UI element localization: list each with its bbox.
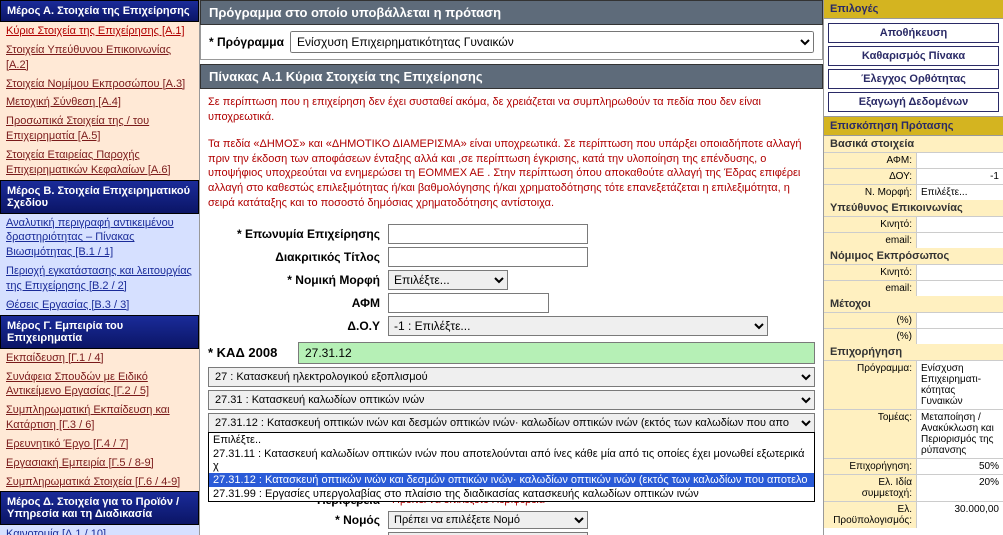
shareholders-header: Μέτοχοι bbox=[824, 296, 1003, 312]
kad-value: 27.31.12 bbox=[298, 342, 815, 364]
main-panel: Πρόγραμμα στο οποίο υποβάλλεται η πρότασ… bbox=[200, 0, 823, 535]
r-kin2-k: Κινητό: bbox=[824, 265, 916, 280]
r-id-k: Ελ. Ιδία συμμετοχή: bbox=[824, 475, 916, 501]
r-afm-k: ΑΦΜ: bbox=[824, 153, 916, 168]
overview-header: Επισκόπηση Πρότασης bbox=[824, 116, 1003, 136]
export-button[interactable]: Εξαγωγή Δεδομένων bbox=[828, 92, 999, 112]
kad-opt-1[interactable]: 27.31.11 : Κατασκευή καλωδίων οπτικών ιν… bbox=[209, 447, 814, 473]
section-a-header: Μέρος Α. Στοιχεία της Επιχείρησης bbox=[0, 0, 199, 22]
r-nm-v: Επιλέξτε... bbox=[916, 185, 1003, 200]
r-ep-k: Επιχορήγηση: bbox=[824, 459, 916, 474]
kad-level1[interactable]: 27 : Κατασκευή ηλεκτρολογικού εξοπλισμού bbox=[208, 367, 815, 387]
r-pct-k: (%) bbox=[824, 313, 916, 328]
nomiki-select[interactable]: Επιλέξτε... bbox=[388, 270, 508, 290]
program-panel-header: Πρόγραμμα στο οποίο υποβάλλεται η πρότασ… bbox=[200, 0, 823, 25]
program-select[interactable]: Ενίσχυση Επιχειρηματικότητας Γυναικών bbox=[290, 31, 814, 53]
kad-level3[interactable]: 27.31.12 : Κατασκευή οπτικών ινών και δε… bbox=[208, 413, 815, 433]
eponimia-label: * Επωνυμία Επιχείρησης bbox=[208, 227, 388, 241]
nomiki-label: * Νομική Μορφή bbox=[208, 273, 388, 287]
nav-c5[interactable]: Εργασιακή Εμπειρία [Γ.5 / 8-9] bbox=[0, 454, 199, 473]
nav-a3[interactable]: Στοιχεία Νομίμου Εκπροσώπου [Α.3] bbox=[0, 75, 199, 94]
nomos-label: * Νομός bbox=[208, 513, 388, 527]
r-afm-v bbox=[916, 153, 1003, 168]
r-pr-v: 30.000,00 bbox=[916, 502, 1003, 528]
nav-a6[interactable]: Στοιχεία Εταιρείας Παροχής Επιχειρηματικ… bbox=[0, 146, 199, 180]
diakritikos-input[interactable] bbox=[388, 247, 588, 267]
r-kin-k: Κινητό: bbox=[824, 217, 916, 232]
grant-header: Επιχορήγηση bbox=[824, 344, 1003, 360]
nomos-select[interactable]: Πρέπει να επιλέξετε Νομό bbox=[388, 511, 588, 529]
right-panel: Επιλογές Αποθήκευση Καθαρισμός Πίνακα Έλ… bbox=[823, 0, 1003, 535]
kad-opt-2[interactable]: 27.31.12 : Κατασκευή οπτικών ινών και δε… bbox=[209, 473, 814, 487]
nav-a2[interactable]: Στοιχεία Υπεύθυνου Επικοινωνίας [Α.2] bbox=[0, 41, 199, 75]
eponimia-input[interactable] bbox=[388, 224, 588, 244]
section-b-header: Μέρος Β. Στοιχεία Επιχειρηματικού Σχεδίο… bbox=[0, 180, 199, 214]
diakritikos-label: Διακριτικός Τίτλος bbox=[208, 250, 388, 264]
nav-b3[interactable]: Θέσεις Εργασίας [Β.3 / 3] bbox=[0, 296, 199, 315]
note-line2: Τα πεδία «ΔΗΜΟΣ» και «ΔΗΜΟΤΙΚΟ ΔΙΑΜΕΡΙΣΜ… bbox=[200, 131, 823, 217]
nav-c6[interactable]: Συμπληρωματικά Στοιχεία [Γ.6 / 4-9] bbox=[0, 473, 199, 492]
r-ep-v: 50% bbox=[916, 459, 1003, 474]
resp-contact-header: Υπεύθυνος Επικοινωνίας bbox=[824, 200, 1003, 216]
r-prg-k: Πρόγραμμα: bbox=[824, 361, 916, 409]
kad-level3-dropdown: Επιλέξτε.. 27.31.11 : Κατασκευή καλωδίων… bbox=[208, 432, 815, 502]
r-em2-k: email: bbox=[824, 281, 916, 296]
r-prg-v: Ενίσχυση Επιχειρηματι­κότητας Γυναικών bbox=[916, 361, 1003, 409]
nav-d1[interactable]: Καινοτομία [Δ.1 / 10] bbox=[0, 525, 199, 535]
kad-opt-3[interactable]: 27.31.99 : Εργασίες υπεργολαβίας στο πλα… bbox=[209, 487, 814, 501]
nav-b1[interactable]: Αναλυτική περιγραφή αντικειμένου δραστηρ… bbox=[0, 214, 199, 263]
section-d-header: Μέρος Δ. Στοιχεία για το Προϊόν / Υπηρεσ… bbox=[0, 491, 199, 525]
nav-c1[interactable]: Εκπαίδευση [Γ.1 / 4] bbox=[0, 349, 199, 368]
r-em-v bbox=[916, 233, 1003, 248]
nav-c4[interactable]: Ερευνητικό Έργο [Γ.4 / 7] bbox=[0, 435, 199, 454]
nav-a4[interactable]: Μετοχική Σύνθεση [Α.4] bbox=[0, 93, 199, 112]
options-header: Επιλογές bbox=[824, 0, 1003, 19]
r-nm-k: Ν. Μορφή: bbox=[824, 185, 916, 200]
kad-label: * ΚΑΔ 2008 bbox=[208, 345, 298, 360]
r-pct2-v bbox=[916, 329, 1003, 344]
r-pct2-k: (%) bbox=[824, 329, 916, 344]
basic-info-header: Βασικά στοιχεία bbox=[824, 136, 1003, 152]
note-line1: Σε περίπτωση που η επιχείρηση δεν έχει σ… bbox=[200, 89, 823, 131]
r-id-v: 20% bbox=[916, 475, 1003, 501]
r-pct-v bbox=[916, 313, 1003, 328]
program-label: * Πρόγραμμα bbox=[209, 35, 284, 49]
r-pr-k: Ελ. Προϋπολογισμός: bbox=[824, 502, 916, 528]
doy-label: Δ.Ο.Υ bbox=[208, 319, 388, 333]
left-nav: Μέρος Α. Στοιχεία της Επιχείρησης Κύρια … bbox=[0, 0, 200, 535]
r-kin-v bbox=[916, 217, 1003, 232]
panel-a1-header: Πίνακας Α.1 Κύρια Στοιχεία της Επιχείρησ… bbox=[200, 64, 823, 89]
nav-c3[interactable]: Συμπληρωματική Εκπαίδευση και Κατάρτιση … bbox=[0, 401, 199, 435]
clear-button[interactable]: Καθαρισμός Πίνακα bbox=[828, 46, 999, 66]
r-em-k: email: bbox=[824, 233, 916, 248]
nav-b2[interactable]: Περιοχή εγκατάστασης και λειτουργίας της… bbox=[0, 262, 199, 296]
r-tom-k: Τομέας: bbox=[824, 410, 916, 458]
r-tom-v: Μεταποίηση / Ανακύκλωση και Περιορισμός … bbox=[916, 410, 1003, 458]
nav-a5[interactable]: Προσωπικά Στοιχεία της / του Επιχειρηματ… bbox=[0, 112, 199, 146]
doy-select[interactable]: -1 : Επιλέξτε... bbox=[388, 316, 768, 336]
validate-button[interactable]: Έλεγχος Ορθότητας bbox=[828, 69, 999, 89]
nav-c2[interactable]: Συνάφεια Σπουδών με Ειδικό Αντικείμενο Ε… bbox=[0, 368, 199, 402]
afm-input[interactable] bbox=[388, 293, 549, 313]
save-button[interactable]: Αποθήκευση bbox=[828, 23, 999, 43]
afm-label: ΑΦΜ bbox=[208, 296, 388, 310]
kad-opt-0[interactable]: Επιλέξτε.. bbox=[209, 433, 814, 447]
legal-rep-header: Νόμιμος Εκπρόσωπος bbox=[824, 248, 1003, 264]
r-kin2-v bbox=[916, 265, 1003, 280]
nav-a1[interactable]: Κύρια Στοιχεία της Επιχείρησης [Α.1] bbox=[0, 22, 199, 41]
kad-level2[interactable]: 27.31 : Κατασκευή καλωδίων οπτικών ινών bbox=[208, 390, 815, 410]
r-doy-k: ΔΟΥ: bbox=[824, 169, 916, 184]
r-em2-v bbox=[916, 281, 1003, 296]
r-doy-v: -1 bbox=[916, 169, 1003, 184]
section-c-header: Μέρος Γ. Εμπειρία του Επιχειρηματία bbox=[0, 315, 199, 349]
